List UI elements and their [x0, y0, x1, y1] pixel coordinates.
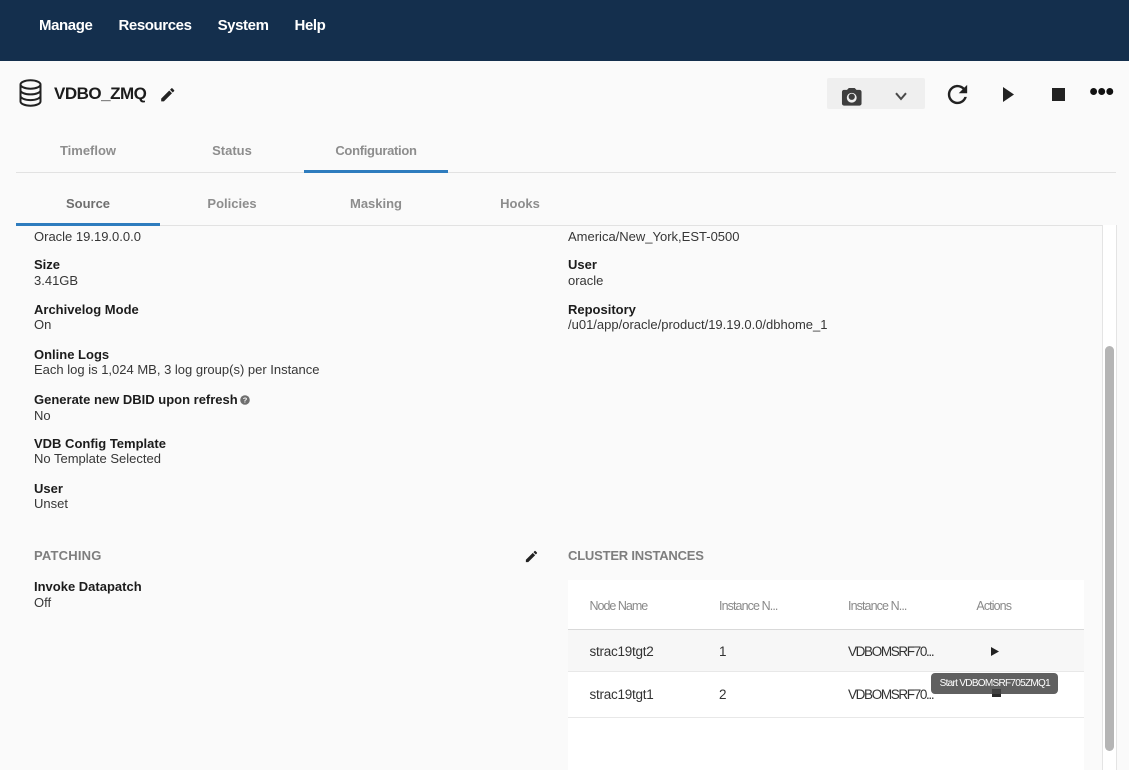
svg-text:?: ? [243, 396, 248, 405]
